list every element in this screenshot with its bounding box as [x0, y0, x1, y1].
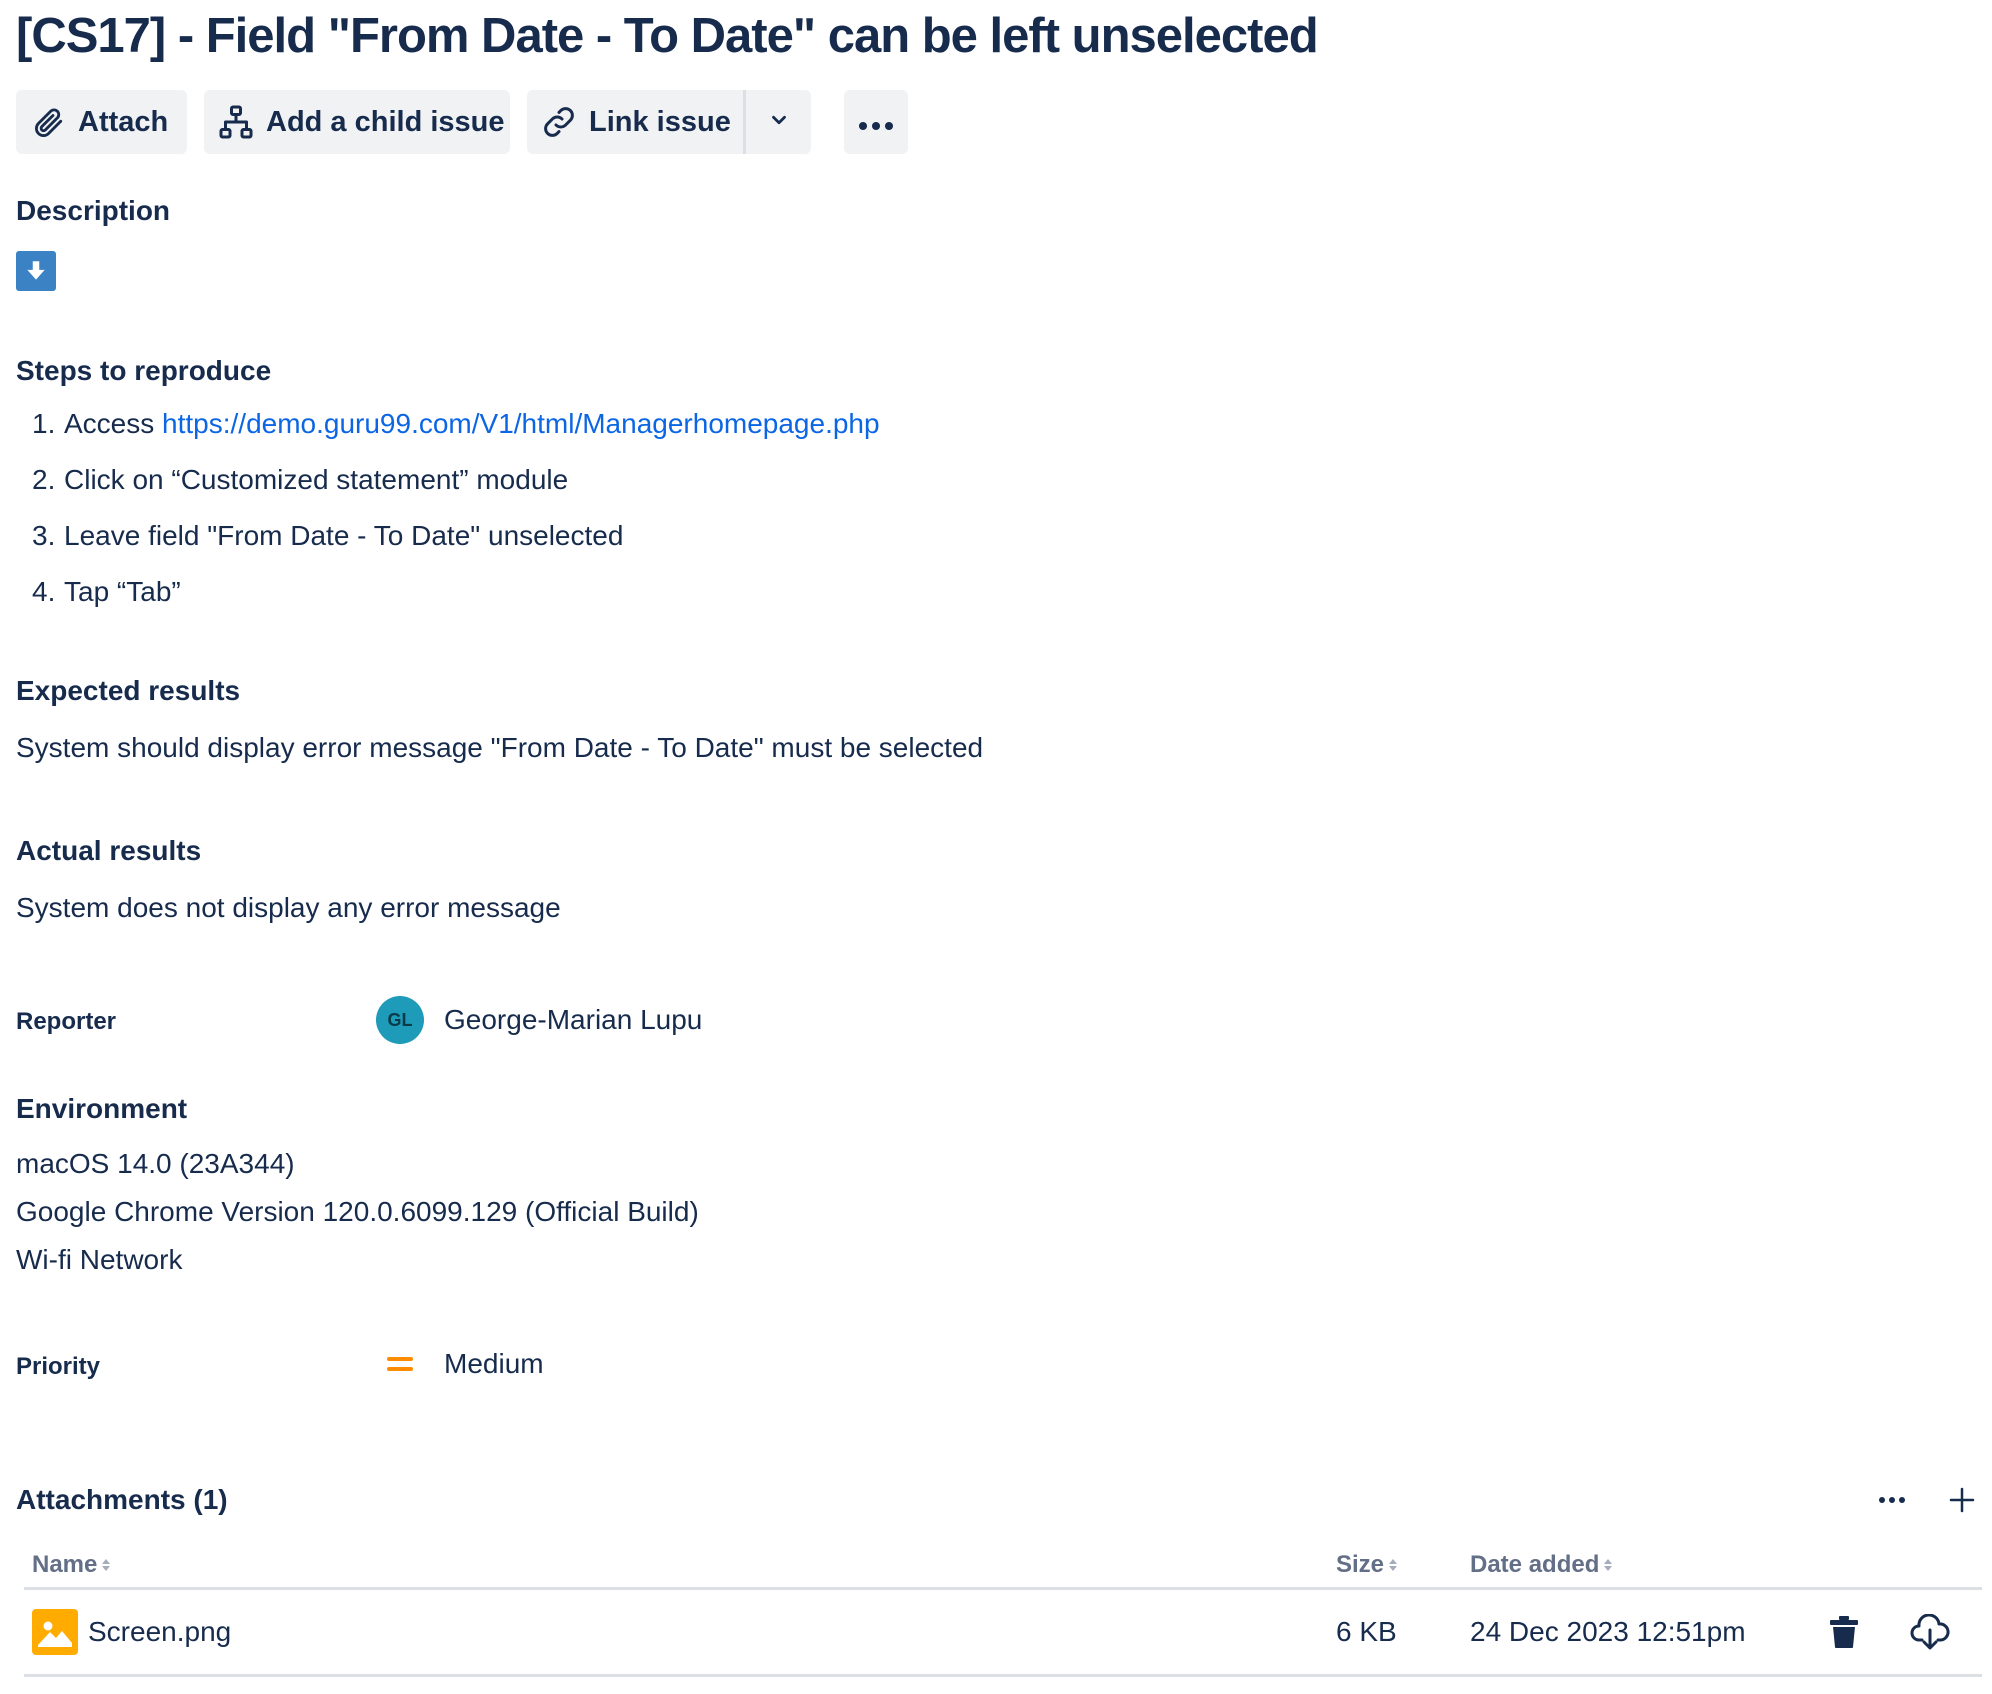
- file-date-added: 24 Dec 2023 12:51pm: [1470, 1616, 1746, 1647]
- priority-value[interactable]: Medium: [361, 1340, 544, 1388]
- attachments-heading: Attachments (1): [16, 1484, 228, 1515]
- delete-attachment-button[interactable]: [1824, 1612, 1864, 1652]
- reporter-value[interactable]: GL George-Marian Lupu: [361, 996, 702, 1044]
- step-number: 2.: [32, 464, 56, 495]
- step-item: 3. Leave field "From Date - To Date" unse…: [32, 516, 880, 572]
- add-attachment-button[interactable]: [1942, 1480, 1982, 1520]
- sort-icon: [102, 1559, 111, 1571]
- link-issue-label: Link issue: [589, 105, 731, 138]
- image-file-icon: [32, 1609, 78, 1655]
- link-icon: [539, 102, 579, 142]
- column-size-header[interactable]: Size: [1336, 1545, 1398, 1585]
- step-item: 4. Tap “Tab”: [32, 572, 880, 628]
- table-row[interactable]: Screen.png 6 KB 24 Dec 2023 12:51pm: [24, 1590, 1982, 1677]
- priority-text: Medium: [444, 1348, 544, 1379]
- expected-results-text: System should display error message "Fro…: [16, 732, 984, 763]
- issue-title[interactable]: [CS17] - Field "From Date - To Date" can…: [16, 8, 1319, 64]
- column-name-header[interactable]: Name: [32, 1545, 111, 1585]
- plus-icon: [1949, 1487, 1975, 1513]
- column-date-header[interactable]: Date added: [1470, 1545, 1613, 1585]
- column-size-label: Size: [1336, 1551, 1385, 1578]
- sort-icon: [1604, 1559, 1613, 1571]
- cloud-download-icon: [1910, 1614, 1950, 1650]
- avatar: GL: [376, 996, 424, 1044]
- arrow-down-icon: [16, 251, 56, 291]
- step-text: Access: [64, 408, 163, 439]
- column-name-label: Name: [32, 1551, 98, 1578]
- step-text: Leave field "From Date - To Date" unsele…: [64, 520, 624, 551]
- reporter-name: George-Marian Lupu: [444, 1004, 703, 1035]
- attachments-actions: [1842, 1480, 1982, 1520]
- more-icon: [1879, 1497, 1905, 1503]
- issue-toolbar: Attach Add a child issue Link issue: [16, 90, 908, 154]
- environment-line: Wi-fi Network: [16, 1244, 183, 1275]
- environment-line: macOS 14.0 (23A344): [16, 1148, 295, 1179]
- add-child-issue-label: Add a child issue: [266, 105, 505, 138]
- description-heading: Description: [16, 195, 171, 226]
- priority-label: Priority: [16, 1353, 101, 1380]
- step-link[interactable]: https://demo.guru99.com/V1/html/Managerh…: [162, 408, 880, 439]
- attachments-more-button[interactable]: [1872, 1480, 1912, 1520]
- column-date-label: Date added: [1470, 1551, 1600, 1578]
- actual-results-text: System does not display any error messag…: [16, 892, 561, 923]
- expected-results-heading: Expected results: [16, 675, 241, 706]
- more-icon: [856, 106, 896, 139]
- chevron-down-icon: [768, 106, 790, 139]
- steps-heading: Steps to reproduce: [16, 355, 272, 386]
- actual-results-heading: Actual results: [16, 835, 202, 866]
- file-name: Screen.png: [88, 1616, 232, 1647]
- steps-list: 1. Access https://demo.guru99.com/V1/html…: [32, 404, 880, 628]
- trash-icon: [1830, 1616, 1858, 1648]
- attach-button[interactable]: Attach: [16, 90, 187, 154]
- attachments-table-header: Name Size Date added: [24, 1545, 1982, 1589]
- step-number: 1.: [32, 408, 56, 439]
- link-issue-group: Link issue: [527, 90, 811, 154]
- attach-label: Attach: [78, 105, 169, 138]
- download-attachment-button[interactable]: [1910, 1612, 1950, 1652]
- link-issue-button[interactable]: Link issue: [527, 90, 743, 154]
- step-text: Click on “Customized statement” module: [64, 464, 569, 495]
- sort-icon: [1389, 1559, 1398, 1571]
- more-actions-button[interactable]: [844, 90, 908, 154]
- file-size: 6 KB: [1336, 1616, 1397, 1647]
- step-item: 1. Access https://demo.guru99.com/V1/html…: [32, 404, 880, 460]
- step-text: Tap “Tab”: [64, 576, 181, 607]
- file-name-cell[interactable]: Screen.png: [32, 1590, 231, 1674]
- environment-line: Google Chrome Version 120.0.6099.129 (Of…: [16, 1196, 699, 1227]
- step-number: 4.: [32, 576, 56, 607]
- attachments-header: Attachments (1): [16, 1480, 1982, 1524]
- paperclip-icon: [28, 102, 68, 142]
- step-number: 3.: [32, 520, 56, 551]
- environment-heading: Environment: [16, 1093, 188, 1124]
- step-item: 2. Click on “Customized statement” module: [32, 460, 880, 516]
- reporter-label: Reporter: [16, 1008, 117, 1035]
- add-child-issue-button[interactable]: Add a child issue: [204, 90, 510, 154]
- link-issue-dropdown-button[interactable]: [746, 90, 811, 154]
- priority-medium-icon: [376, 1340, 424, 1388]
- hierarchy-icon: [216, 102, 256, 142]
